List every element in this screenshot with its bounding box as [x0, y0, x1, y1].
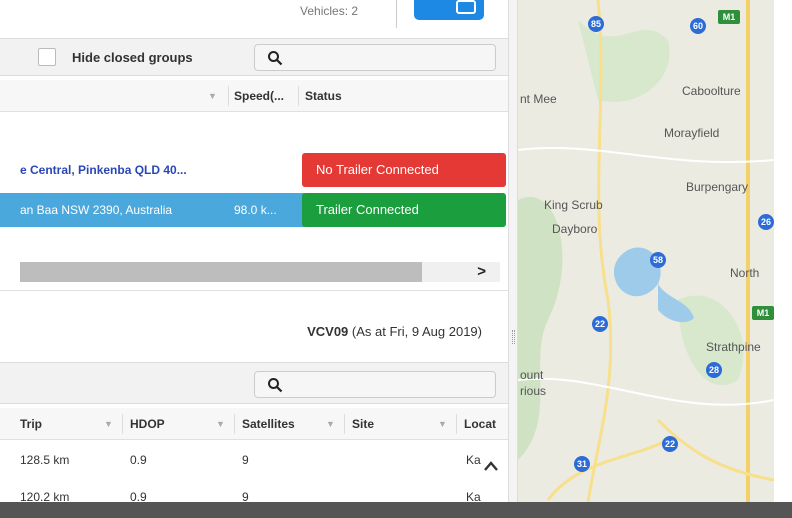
column-separator[interactable] — [228, 86, 229, 106]
horizontal-scrollbar[interactable]: > — [20, 262, 500, 282]
column-header-speed[interactable]: Speed(... — [234, 80, 284, 112]
detail-table-header: Trip ▼ HDOP ▼ Satellites ▼ Site ▼ Locat — [0, 408, 508, 440]
vehicles-count: Vehicles: 2 — [300, 4, 359, 18]
route-shield: M1 — [752, 306, 774, 320]
location-cell: Ka — [466, 453, 481, 467]
status-badge: No Trailer Connected — [302, 153, 506, 187]
detail-search-input[interactable] — [254, 371, 496, 398]
filter-icon[interactable]: ▼ — [326, 408, 335, 440]
column-separator[interactable] — [298, 86, 299, 106]
map-icon — [456, 0, 476, 14]
map-place-label: North — [730, 266, 760, 280]
route-shield: 60 — [690, 18, 706, 34]
map-place-label: Burpengary — [686, 180, 749, 194]
map-place-label: Caboolture — [682, 84, 741, 98]
top-bar-separator — [396, 0, 397, 28]
column-header-trip[interactable]: Trip — [20, 408, 42, 440]
vehicle-location: an Baa NSW 2390, Australia — [20, 203, 173, 217]
search-icon — [268, 51, 283, 66]
groups-toolbar: Hide closed groups — [0, 38, 508, 76]
hdop-cell: 0.9 — [130, 453, 147, 467]
map-place-label: King Scrub — [544, 198, 603, 212]
map-canvas[interactable] — [518, 0, 774, 502]
route-shield: 31 — [574, 456, 590, 472]
column-header-status[interactable]: Status — [305, 80, 342, 112]
hide-closed-groups-label: Hide closed groups — [72, 50, 193, 65]
status-badge: Trailer Connected — [302, 193, 506, 227]
map-place-label: ount — [520, 368, 544, 382]
filter-icon[interactable]: ▼ — [438, 408, 447, 440]
groups-search-input[interactable] — [254, 44, 496, 71]
map-place-label: Strathpine — [706, 340, 761, 354]
map-view-button[interactable] — [414, 0, 484, 20]
drag-handle-icon[interactable] — [512, 330, 515, 344]
column-separator[interactable] — [234, 414, 235, 434]
route-shield: 26 — [758, 214, 774, 230]
column-separator[interactable] — [122, 414, 123, 434]
column-separator[interactable] — [344, 414, 345, 434]
column-header-hdop[interactable]: HDOP — [130, 408, 165, 440]
map-place-label: rious — [520, 384, 547, 398]
map-place-label: Dayboro — [552, 222, 598, 236]
as-at-date: (As at Fri, 9 Aug 2019) — [351, 324, 482, 339]
scrollbar-thumb[interactable] — [20, 262, 422, 282]
panel-divider — [0, 290, 508, 291]
table-row-selected[interactable]: an Baa NSW 2390, Australia 98.0 k... — [0, 193, 304, 227]
route-shield: 28 — [706, 362, 722, 378]
route-shield: 22 — [662, 436, 678, 452]
satellites-cell: 9 — [242, 453, 249, 467]
filter-icon[interactable]: ▼ — [208, 80, 217, 112]
column-header-site[interactable]: Site — [352, 408, 374, 440]
chevron-up-icon[interactable] — [482, 458, 500, 476]
vehicle-speed: 98.0 k... — [234, 203, 277, 217]
panel-splitter[interactable] — [508, 0, 518, 518]
map-view[interactable]: nt Mee Caboolture Morayfield Burpengary … — [518, 0, 774, 502]
map-place-label: nt Mee — [520, 92, 557, 106]
vehicle-location-link[interactable]: e Central, Pinkenba QLD 40... — [20, 163, 187, 177]
filter-icon[interactable]: ▼ — [216, 408, 225, 440]
map-place-label: Morayfield — [664, 126, 720, 140]
top-bar: Vehicles: 2 — [0, 0, 508, 34]
groups-table-header: ▼ Speed(... Status — [0, 80, 508, 112]
trip-cell: 128.5 km — [20, 453, 70, 467]
left-panel: Vehicles: 2 Hide closed groups ▼ Speed(.… — [0, 0, 508, 518]
route-shield: 85 — [588, 16, 604, 32]
column-header-satellites[interactable]: Satellites — [242, 408, 295, 440]
column-separator[interactable] — [456, 414, 457, 434]
vehicle-name: VCV09 — [307, 324, 349, 339]
hide-closed-groups-checkbox[interactable] — [38, 48, 56, 66]
detail-toolbar — [0, 362, 508, 404]
route-shield: 22 — [592, 316, 608, 332]
chevron-right-icon[interactable]: > — [477, 263, 486, 280]
filter-icon[interactable]: ▼ — [104, 408, 113, 440]
route-shield: M1 — [718, 10, 740, 24]
route-shield: 58 — [650, 252, 666, 268]
bottom-bar — [0, 502, 792, 518]
column-header-location[interactable]: Locat — [464, 408, 496, 440]
search-icon — [268, 378, 283, 393]
vehicle-detail-title: VCV09 (As at Fri, 9 Aug 2019) — [307, 324, 482, 339]
